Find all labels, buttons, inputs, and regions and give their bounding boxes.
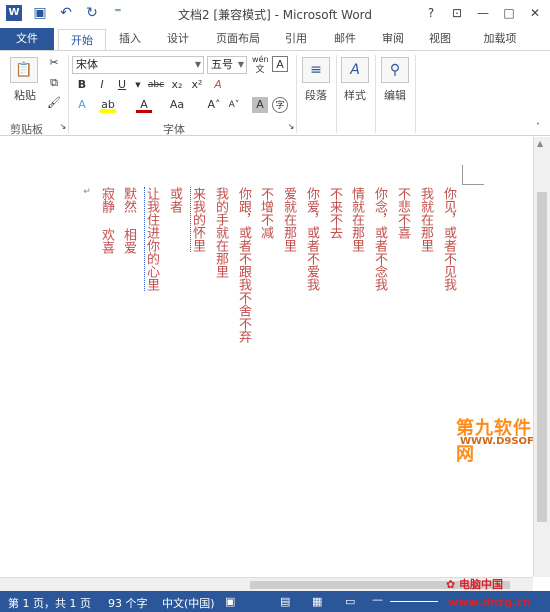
paste-icon[interactable]: 📋 <box>10 57 38 83</box>
read-mode-icon[interactable]: ▤ <box>280 595 290 608</box>
document-line: 你跟，或者不跟我不舍不弃 <box>236 187 251 343</box>
paragraph-mark-icon: ↵ <box>82 187 92 197</box>
editing-button[interactable]: 编辑 <box>377 87 413 103</box>
document-line: 来我的怀里 <box>190 187 205 252</box>
font-size-select[interactable]: 五号 ▼ <box>207 56 247 74</box>
chevron-down-icon: ▼ <box>194 60 201 69</box>
ribbon-display-button[interactable]: ⊡ <box>446 3 468 23</box>
strikethrough-button[interactable]: abc <box>145 77 167 93</box>
tab-view[interactable]: 视图 <box>420 28 460 50</box>
ribbon-tabs: 文件 开始 插入 设计 页面布局 引用 邮件 审阅 视图 加载项 <box>0 28 550 51</box>
document-line: 不增不减 <box>258 187 273 239</box>
print-layout-icon[interactable]: ▦ <box>312 595 322 608</box>
document-line: 我的手就在那里 <box>213 187 228 278</box>
tab-review[interactable]: 审阅 <box>373 28 413 50</box>
language[interactable]: 中文(中国) <box>162 595 215 611</box>
document-line: 不来不去 <box>327 187 342 239</box>
document-area[interactable]: 你见，或者不见我 我就在那里 不悲不喜 你念，或者不念我 情就在那里 不来不去 … <box>0 137 533 577</box>
shrink-font-button[interactable]: A˅ <box>226 97 242 113</box>
document-line: 情就在那里 <box>349 187 364 252</box>
separator <box>296 55 297 133</box>
document-line: 你见，或者不见我 <box>441 187 456 291</box>
text-effects-icon[interactable]: A <box>74 97 90 113</box>
font-name-select[interactable]: 宋体 ▼ <box>72 56 204 74</box>
char-shading-button[interactable]: A <box>252 97 268 113</box>
zoom-slider[interactable] <box>390 601 438 602</box>
separator <box>415 55 416 133</box>
close-button[interactable]: ✕ <box>524 3 546 23</box>
watermark-site2-url: www.dnzg.cn <box>448 596 531 609</box>
document-line: 你念，或者不念我 <box>372 187 387 291</box>
ribbon-home: 📋 粘贴 ✂ ⧉ 🖌 剪贴板 ↘ 宋体 ▼ 五号 ▼ wén 文 A B I U ▼… <box>0 50 550 136</box>
minimize-button[interactable]: — <box>472 3 494 23</box>
grow-font-button[interactable]: A˄ <box>206 97 222 113</box>
chevron-down-icon[interactable]: ▼ <box>130 77 146 93</box>
styles-icon[interactable]: A <box>341 57 369 83</box>
highlight-icon[interactable]: ab <box>100 97 116 113</box>
paste-button[interactable]: 粘贴 <box>10 87 40 103</box>
tab-references[interactable]: 引用 <box>276 28 316 50</box>
scroll-thumb[interactable] <box>537 192 547 522</box>
cut-icon[interactable]: ✂ <box>46 55 62 71</box>
web-layout-icon[interactable]: ▭ <box>345 595 355 608</box>
collapse-ribbon-icon[interactable]: ˄ <box>530 119 546 135</box>
document-line: 不悲不喜 <box>395 187 410 239</box>
separator <box>68 55 69 133</box>
superscript-button[interactable]: x² <box>189 77 205 93</box>
tab-mailings[interactable]: 邮件 <box>325 28 365 50</box>
phonetic-guide-label: 文 <box>255 65 265 75</box>
document-line: 寂静 欢喜 <box>99 187 114 254</box>
change-case-button[interactable]: Aa <box>166 97 188 113</box>
word-count[interactable]: 93 个字 <box>108 595 148 611</box>
paragraph-button[interactable]: 段落 <box>298 87 334 103</box>
page-corner-mark <box>462 165 484 185</box>
macro-icon[interactable]: ▣ <box>225 595 235 608</box>
maximize-button[interactable]: □ <box>498 3 520 23</box>
document-line: 或者 <box>167 187 182 213</box>
tab-insert[interactable]: 插入 <box>110 28 150 50</box>
font-color-icon[interactable]: A <box>136 97 152 113</box>
paragraph-icon[interactable]: ≡ <box>302 57 330 83</box>
page-count[interactable]: 第 1 页，共 1 页 <box>8 595 91 611</box>
tab-layout[interactable]: 页面布局 <box>208 28 268 50</box>
window-controls: ? ⊡ — □ ✕ <box>420 3 546 23</box>
bold-button[interactable]: B <box>74 77 90 93</box>
help-button[interactable]: ? <box>420 3 442 23</box>
scroll-up-icon[interactable]: ▲ <box>537 139 543 148</box>
copy-icon[interactable]: ⧉ <box>46 75 62 91</box>
watermark-site2: ✿ 电脑中国 <box>446 578 504 591</box>
clipboard-group-label: 剪贴板 <box>10 123 43 136</box>
chevron-down-icon: ▼ <box>237 60 244 69</box>
tab-design[interactable]: 设计 <box>156 28 200 50</box>
clear-format-icon[interactable]: A <box>210 77 226 93</box>
tab-addins[interactable]: 加载项 <box>470 28 530 50</box>
document-line: 爱就在那里 <box>281 187 296 252</box>
binoculars-icon[interactable]: ⚲ <box>381 57 409 83</box>
document-line: 我就在那里 <box>418 187 433 252</box>
document-line: 你爱，或者不爱我 <box>304 187 319 291</box>
tab-home[interactable]: 开始 <box>58 29 106 51</box>
title-bar: W ▣ ↶ ↻ ⁼ 文档2 [兼容模式] - Microsoft Word ? … <box>0 0 550 28</box>
char-border-icon[interactable]: A <box>272 56 288 72</box>
separator <box>375 55 376 133</box>
format-painter-icon[interactable]: 🖌 <box>46 95 62 111</box>
document-line: 默然 相爱 <box>121 187 136 254</box>
styles-button[interactable]: 样式 <box>337 87 373 103</box>
subscript-button[interactable]: x₂ <box>169 77 185 93</box>
tab-file[interactable]: 文件 <box>0 28 54 50</box>
document-line: 让我住进你的心里 <box>144 187 159 291</box>
italic-button[interactable]: I <box>94 77 110 93</box>
enclose-char-button[interactable]: 字 <box>272 97 288 113</box>
font-group-label: 字体 <box>163 123 185 136</box>
vertical-scrollbar[interactable]: ▲ <box>533 137 550 577</box>
zoom-out-icon[interactable]: — <box>372 593 383 606</box>
underline-button[interactable]: U <box>114 77 130 93</box>
